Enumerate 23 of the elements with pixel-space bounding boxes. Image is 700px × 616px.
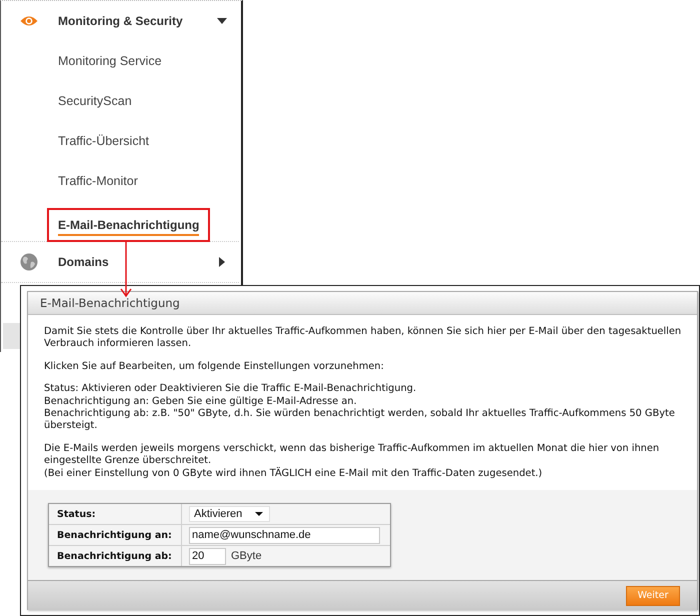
eye-icon — [20, 15, 38, 27]
caret-down-icon — [255, 512, 263, 516]
info-paragraph: Die E-Mails werden jeweils morgens verschickt, wenn das bisherige Traffic-Aufkommen im aktuellen Monat die hier von ihnen eingestellte Grenze überschreitet. (Bei einer Einstellung von 0 GByte wird ihnen TÄGLICH eine E-Mail mit den Traffic-Daten zugesendet.) — [44, 442, 660, 480]
menu-link[interactable]: Traffic-Monitor — [58, 174, 138, 188]
menu-link[interactable]: Monitoring Service — [58, 54, 162, 68]
form-label: Benachrichtigung an: — [57, 530, 172, 541]
panel-title: E-Mail-Benachrichtigung — [40, 296, 180, 310]
menu-link[interactable]: Traffic-Übersicht — [58, 134, 149, 148]
info-paragraph: Status: Aktivieren oder Deaktivieren Sie die Traffic E-Mail-Benachrichtigung. Benachrichtigung an: Geben Sie eine gültige E-Mail-Adresse an. Benachrichtigung ab: z.B. "50" GByte, d.h. Sie würden benachrichtigt werden, sobald Ihr aktuelles Traffic-Aufkommens 50 GByte übersteigt. — [44, 383, 676, 433]
form-label: Status: — [57, 508, 96, 520]
covered-panel — [3, 323, 20, 349]
status-select[interactable]: Aktivieren — [189, 506, 270, 522]
email-input-field[interactable]: name@wunschname.de — [189, 526, 380, 544]
menu-section-header[interactable]: Domains — [1, 242, 239, 282]
globe-icon — [20, 253, 38, 271]
menu-section-header[interactable]: Monitoring & Security — [1, 1, 239, 41]
menu-link[interactable]: E-Mail-Benachrichtigung — [58, 218, 200, 236]
info-paragraph: Klicken Sie auf Bearbeiten, um folgende Einstellungen vorzunehmen: — [44, 360, 385, 374]
info-paragraph: Damit Sie stets die Kontrolle über Ihr aktuelles Traffic-Aufkommen haben, können Sie sich hier per E-Mail über den tagesaktuellen Verbrauch informieren lassen. — [44, 326, 682, 351]
threshold-input-field[interactable]: 20 — [189, 548, 226, 565]
menu-link[interactable]: SecurityScan — [58, 94, 132, 108]
form-label: Benachrichtigung ab: — [57, 550, 172, 562]
unit-label: GByte — [231, 550, 262, 562]
